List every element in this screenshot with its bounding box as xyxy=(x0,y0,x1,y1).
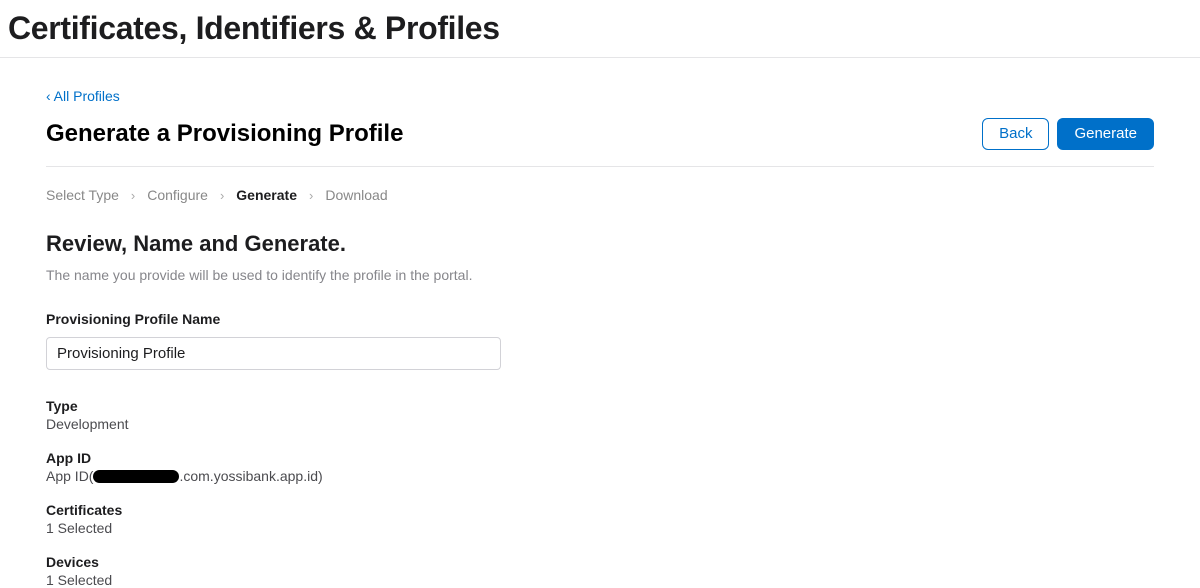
chevron-right-icon: › xyxy=(220,188,224,203)
app-id-prefix: App ID( xyxy=(46,468,93,484)
summary-type-label: Type xyxy=(46,398,1154,414)
chevron-left-icon: ‹ xyxy=(46,89,51,103)
generate-button[interactable]: Generate xyxy=(1057,118,1154,150)
summary-devices-value: 1 Selected xyxy=(46,572,1154,588)
profile-name-section: Provisioning Profile Name xyxy=(46,311,1154,370)
section-title: Review, Name and Generate. xyxy=(46,231,1154,257)
back-link-label: All Profiles xyxy=(54,88,120,104)
summary-devices: Devices 1 Selected xyxy=(46,554,1154,588)
breadcrumb-step-download[interactable]: Download xyxy=(325,187,387,203)
breadcrumb-step-configure[interactable]: Configure xyxy=(147,187,208,203)
breadcrumb-step-select-type[interactable]: Select Type xyxy=(46,187,119,203)
summary-app-id: App ID App ID( .com.yossibank.app.id) xyxy=(46,450,1154,484)
title-row: Generate a Provisioning Profile Back Gen… xyxy=(46,118,1154,167)
summary-certificates-value: 1 Selected xyxy=(46,520,1154,536)
breadcrumb: Select Type › Configure › Generate › Dow… xyxy=(46,167,1154,211)
chevron-right-icon: › xyxy=(309,188,313,203)
content-area: ‹ All Profiles Generate a Provisioning P… xyxy=(0,58,1200,588)
page-subtitle: Generate a Provisioning Profile xyxy=(46,120,403,148)
profile-name-input[interactable] xyxy=(46,337,501,370)
summary-devices-label: Devices xyxy=(46,554,1154,570)
page-title-main: Certificates, Identifiers & Profiles xyxy=(8,10,1192,47)
back-button[interactable]: Back xyxy=(982,118,1049,150)
section-description: The name you provide will be used to ide… xyxy=(46,267,1154,283)
title-actions: Back Generate xyxy=(982,118,1154,150)
app-id-suffix: .com.yossibank.app.id) xyxy=(179,468,322,484)
summary-list: Type Development App ID App ID( .com.yoss… xyxy=(46,398,1154,588)
summary-type: Type Development xyxy=(46,398,1154,432)
back-to-all-profiles-link[interactable]: ‹ All Profiles xyxy=(46,88,120,104)
chevron-right-icon: › xyxy=(131,188,135,203)
breadcrumb-step-generate[interactable]: Generate xyxy=(236,187,297,203)
summary-certificates: Certificates 1 Selected xyxy=(46,502,1154,536)
summary-app-id-value: App ID( .com.yossibank.app.id) xyxy=(46,468,1154,484)
profile-name-label: Provisioning Profile Name xyxy=(46,311,1154,327)
summary-type-value: Development xyxy=(46,416,1154,432)
page-header: Certificates, Identifiers & Profiles xyxy=(0,0,1200,58)
summary-app-id-label: App ID xyxy=(46,450,1154,466)
summary-certificates-label: Certificates xyxy=(46,502,1154,518)
redacted-team-id xyxy=(93,470,179,483)
